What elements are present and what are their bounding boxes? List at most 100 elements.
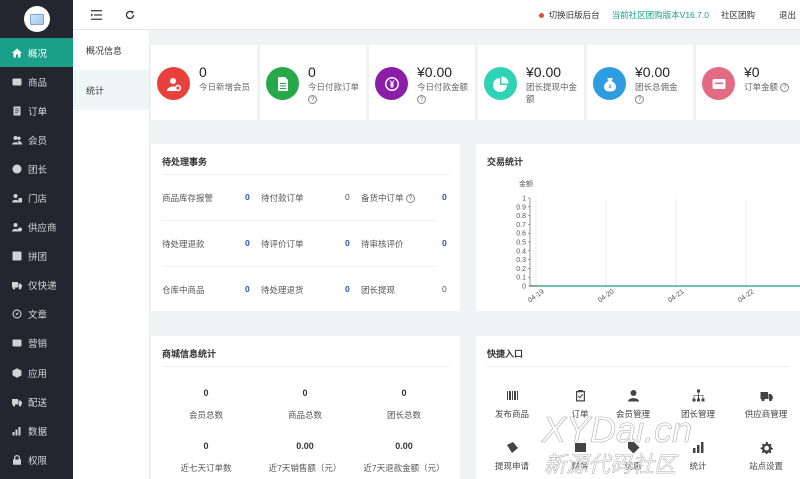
sidebar-item[interactable]: 供应商 <box>0 213 73 242</box>
help-icon[interactable]: ? <box>308 95 317 105</box>
sidebar-item-label: 会员 <box>28 135 48 147</box>
info-value: 0.00 <box>296 441 314 451</box>
sidebar-item-label: 拼团 <box>28 252 48 264</box>
ticket-icon <box>505 440 519 454</box>
info-label: 近7天销售额（元） <box>268 463 342 473</box>
pending-label: 待评价订单 <box>261 238 304 250</box>
sidebar-item[interactable]: 团长 <box>0 154 73 183</box>
pending-count[interactable]: 0 <box>245 284 250 294</box>
pending-label-text: 待处理退货 <box>261 285 304 295</box>
submenu-item-overview[interactable]: 概况信息 <box>73 30 149 70</box>
sidebar-item[interactable]: 文章 <box>0 300 73 329</box>
sidebar-item[interactable]: 会员 <box>0 125 73 154</box>
help-icon[interactable]: ? <box>780 83 790 93</box>
sidebar-item[interactable]: 拼团 <box>0 242 73 271</box>
group-icon <box>12 251 22 261</box>
help-icon[interactable]: ? <box>417 95 426 105</box>
stat-label: 今日付款金额 ? <box>417 81 469 105</box>
quick-entry[interactable]: 发布商品 <box>484 388 540 420</box>
quick-entry-label: 供应商管理 <box>744 409 788 419</box>
yen-icon <box>375 67 408 100</box>
sidebar-item[interactable]: 权限 <box>0 445 73 474</box>
y-tick-label: 0.5 <box>516 240 526 247</box>
box-icon <box>12 77 22 87</box>
sidebar-item[interactable]: 门店 <box>0 183 73 212</box>
finance-icon <box>573 440 587 454</box>
pending-count[interactable]: 0 <box>345 238 350 248</box>
pending-label: 团长提现 <box>361 284 395 296</box>
sidebar-item[interactable]: 配送 <box>0 387 73 416</box>
sidebar-item[interactable]: 概况 <box>0 38 73 68</box>
quick-entry[interactable]: 会员管理 <box>605 388 661 420</box>
data-point <box>535 285 537 287</box>
supplier-icon <box>12 222 22 232</box>
stat-card: 0 今日付款订单 ? <box>260 45 366 120</box>
pending-label: 备货中订单 ? <box>361 192 415 204</box>
top-bar: 切换旧版后台 当前社区团购版本V16.7.0 社区团购 退出 <box>73 0 800 30</box>
pending-count[interactable]: 0 <box>442 284 447 294</box>
delivery-icon <box>12 397 22 407</box>
logout-link[interactable]: 退出 <box>779 9 796 21</box>
logo-badge <box>23 6 50 32</box>
quick-entry[interactable]: 团长管理 <box>670 388 726 420</box>
pending-count[interactable]: 0 <box>245 238 250 248</box>
help-icon[interactable]: ? <box>405 194 415 204</box>
sidebar-item[interactable]: 应用 <box>0 358 73 387</box>
sidebar-item[interactable]: 商品 <box>0 67 73 96</box>
sidebar-item-label: 门店 <box>28 194 48 206</box>
switch-old-admin-link[interactable]: 切换旧版后台 <box>538 9 600 21</box>
stat-value: 0 <box>199 64 207 80</box>
menu-collapse-icon[interactable] <box>89 8 103 22</box>
x-tick-label: 04-19 <box>527 288 546 304</box>
version-link[interactable]: 当前社区团购版本V16.7.0 <box>612 9 709 21</box>
sidebar-item[interactable]: 订单 <box>0 96 73 125</box>
quick-entry[interactable]: 供应商管理 <box>738 388 794 420</box>
quick-entry[interactable]: 提现申请 <box>484 440 540 472</box>
stat-label-text: 今日付款订单 <box>308 82 360 92</box>
pending-label: 待处理退货 <box>261 284 304 296</box>
quick-panel: 快捷入口 发布商品 订单 会员管理 团长管理 供应商管理提现申请 财务 优惠 统计 站点设置 <box>476 336 800 479</box>
quick-entry[interactable]: 订单 <box>552 388 608 420</box>
member-icon <box>626 388 640 402</box>
data-point <box>745 285 747 287</box>
pending-count[interactable]: 0 <box>442 192 447 202</box>
y-axis-label: 金额 <box>519 179 533 188</box>
quick-entry[interactable]: 统计 <box>670 440 726 472</box>
info-label: 会员总数 <box>188 410 223 420</box>
y-tick-label: 0.8 <box>516 213 526 220</box>
refresh-icon[interactable] <box>123 8 137 22</box>
pending-count[interactable]: 0 <box>245 192 250 202</box>
sidebar-item[interactable]: 仅快递 <box>0 271 73 300</box>
quick-entry-label: 团长管理 <box>680 409 715 419</box>
image-icon <box>29 13 44 25</box>
stat-label-text: 订单金额 <box>744 82 779 92</box>
quick-entry-label: 提现申请 <box>494 461 529 471</box>
stat-label-text: 团长总佣金 <box>635 82 678 92</box>
pending-count[interactable]: 0 <box>442 238 447 248</box>
sidebar-item[interactable]: 数据 <box>0 416 73 445</box>
trade-chart: 金额 0 0.1 0.2 0.3 0.40.5 0.6 0.7 0.8 0.91 04-19 04-2… <box>516 179 800 304</box>
logo[interactable] <box>0 0 73 38</box>
stat-label-text: 今日付款金额 <box>417 82 469 92</box>
pending-label-text: 商品库存报警 <box>162 193 214 203</box>
pending-label-text: 待处理退款 <box>162 239 205 249</box>
community-link[interactable]: 社区团购 <box>721 9 755 21</box>
pending-count[interactable]: 0 <box>345 192 350 202</box>
divider <box>162 366 449 367</box>
quick-title: 快捷入口 <box>487 349 524 359</box>
pending-count[interactable]: 0 <box>345 284 350 294</box>
submenu-item-statistics[interactable]: 统计 <box>73 70 149 110</box>
order-icon <box>12 106 22 116</box>
pending-label: 待付款订单 <box>261 192 304 204</box>
quick-entry[interactable]: 财务 <box>552 440 608 472</box>
stat-label: 团长提现中金额 <box>526 81 578 105</box>
quick-entry[interactable]: 优惠 <box>605 440 661 472</box>
stat-card: ¥0.00 团长提现中金额 <box>478 45 584 120</box>
alert-dot <box>538 13 544 18</box>
help-icon[interactable]: ? <box>635 95 644 105</box>
sidebar-item-label: 概况 <box>28 48 48 60</box>
chart-icon <box>12 426 22 436</box>
quick-entry[interactable]: 站点设置 <box>738 440 794 472</box>
sidebar-item-label: 订单 <box>28 106 48 118</box>
sidebar-item[interactable]: 营销 <box>0 329 73 358</box>
